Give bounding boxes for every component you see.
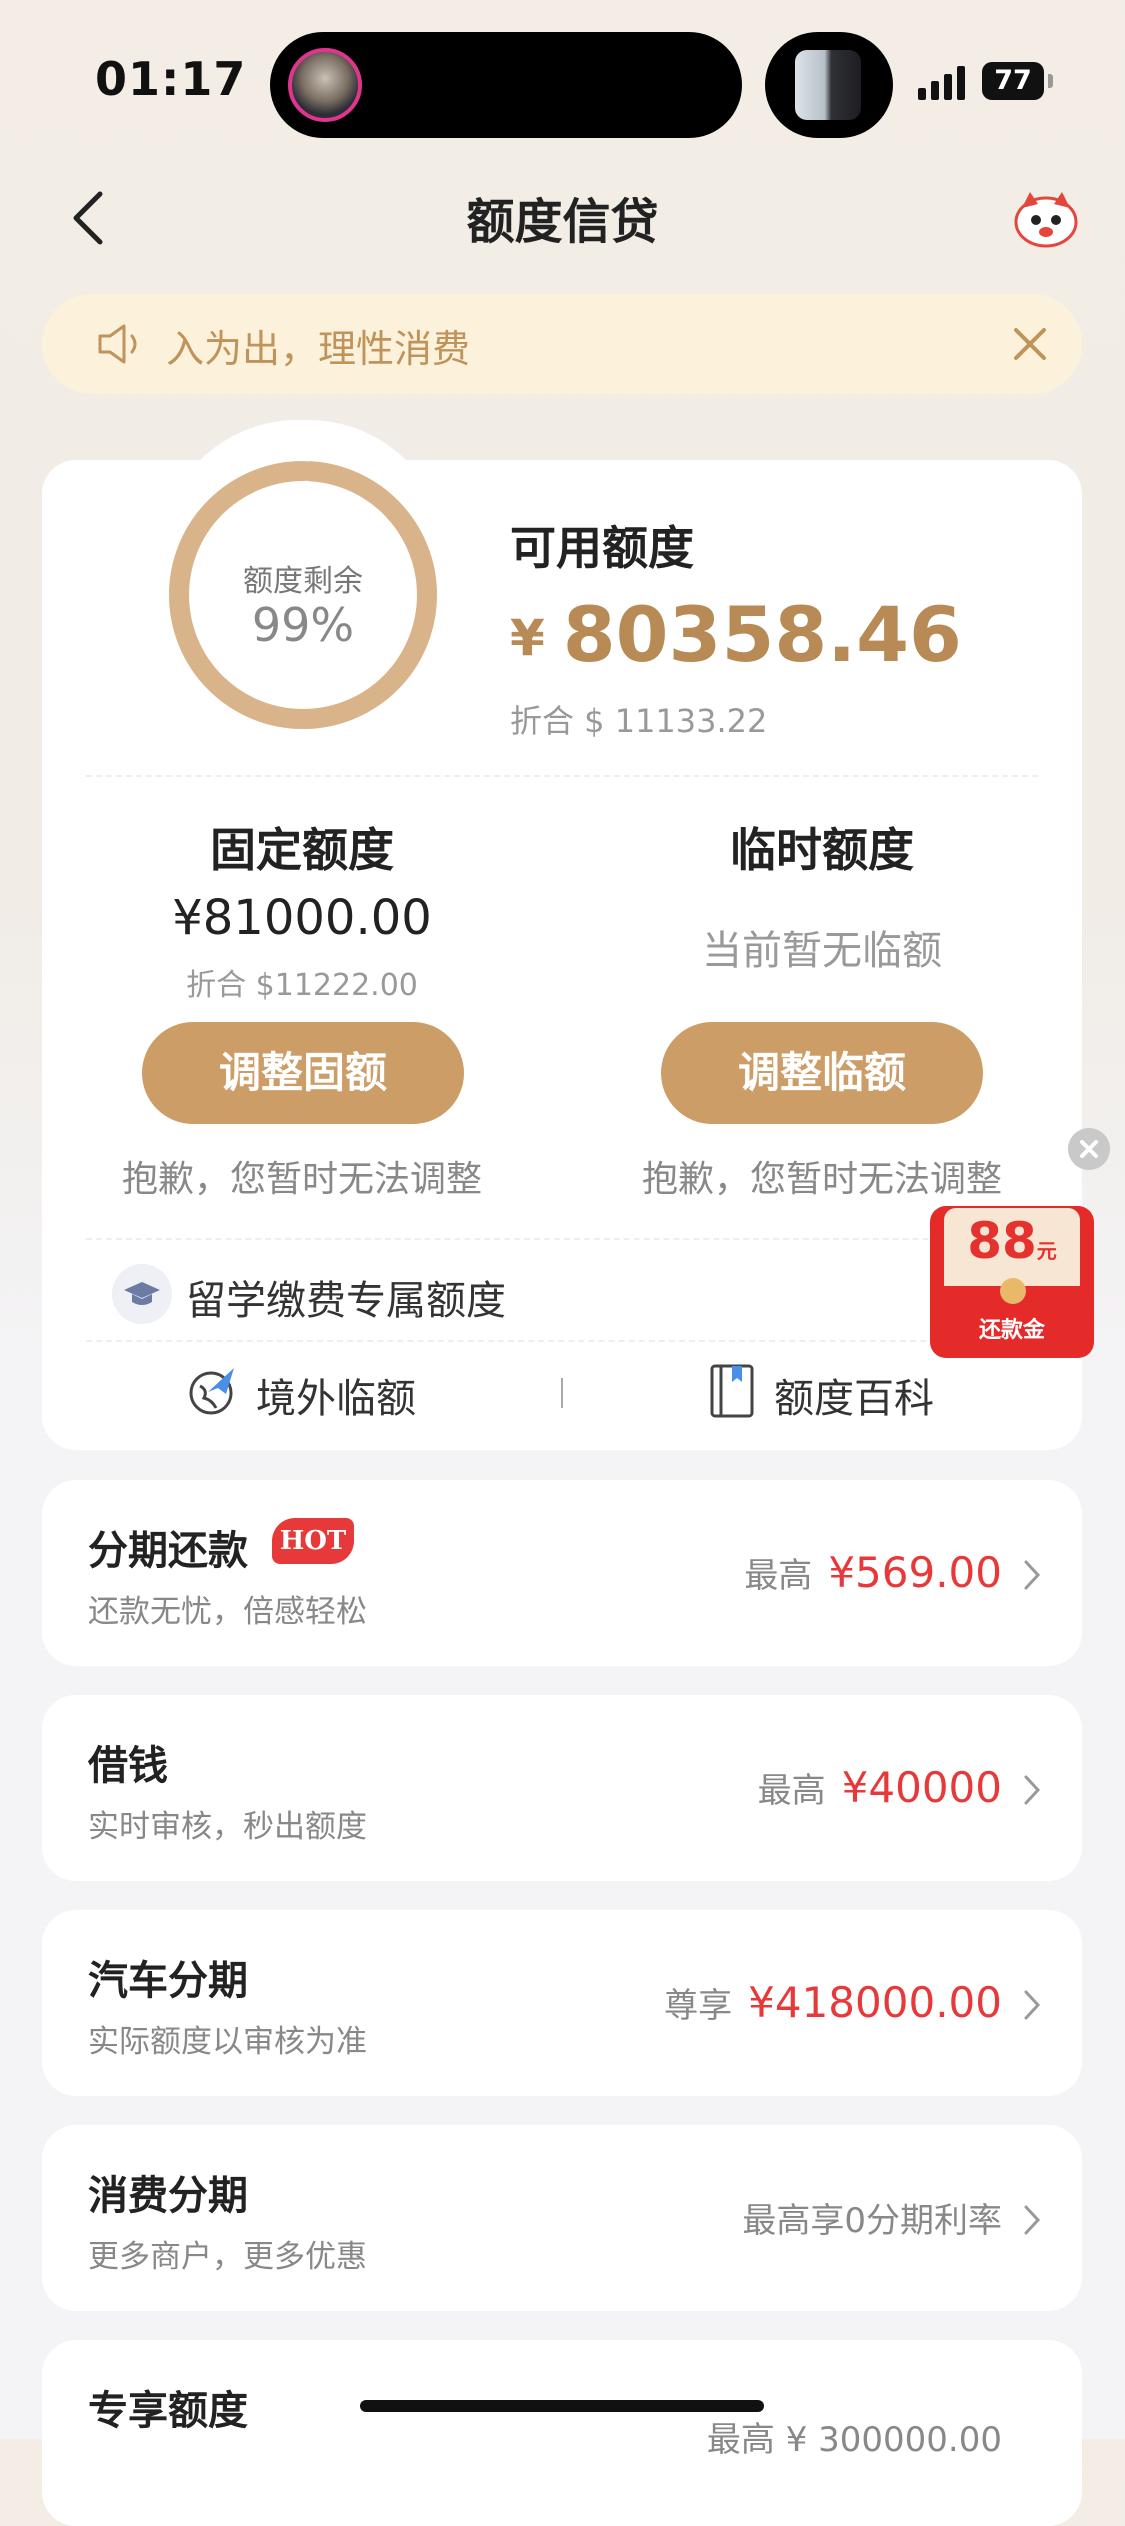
row-value: 最高 ¥ 300000.00 bbox=[707, 2412, 1002, 2461]
fixed-credit-title: 固定额度 bbox=[210, 823, 394, 877]
row-title: 消费分期 bbox=[88, 2173, 248, 2219]
close-icon[interactable] bbox=[1008, 322, 1052, 366]
graduation-cap-icon bbox=[112, 1264, 172, 1324]
chevron-right-icon bbox=[1024, 1990, 1041, 2020]
row-value-prefix: 尊享 bbox=[664, 1986, 733, 2026]
row-title: 汽车分期 bbox=[88, 1958, 248, 2004]
adjust-fixed-button[interactable]: 调整固额 bbox=[142, 1022, 464, 1124]
status-time: 01:17 bbox=[95, 52, 247, 106]
row-subtitle: 实际额度以审核为准 bbox=[88, 2024, 367, 2060]
row-subtitle: 还款无忧，倍感轻松 bbox=[88, 1594, 367, 1630]
live-activity-avatar bbox=[288, 48, 362, 122]
red-packet-label: 还款金 bbox=[978, 1318, 1045, 1343]
divider bbox=[86, 775, 1038, 777]
study-abroad-link[interactable]: 留学缴费专属额度 bbox=[186, 1268, 506, 1326]
available-credit-amount: ¥80358.46 bbox=[510, 590, 962, 679]
cellular-signal-icon bbox=[918, 66, 968, 100]
red-packet-amount: 88元 bbox=[944, 1212, 1080, 1270]
page-title: 额度信贷 bbox=[466, 194, 659, 250]
credit-wiki-link[interactable]: 额度百科 bbox=[774, 1366, 934, 1424]
divider bbox=[86, 1238, 1038, 1240]
battery-icon: 77 bbox=[982, 62, 1044, 100]
fixed-credit-amount: ¥81000.00 bbox=[172, 890, 432, 946]
available-credit-label: 可用额度 bbox=[510, 521, 694, 575]
adjust-temporary-button[interactable]: 调整临额 bbox=[661, 1022, 983, 1124]
row-subtitle: 更多商户，更多优惠 bbox=[88, 2239, 367, 2275]
row-value: 最高 ¥40000 bbox=[758, 1763, 1002, 1812]
temporary-credit-title: 临时额度 bbox=[730, 823, 914, 877]
row-value-prefix: 最高 bbox=[744, 1556, 813, 1596]
red-packet-unit: 元 bbox=[1036, 1239, 1057, 1263]
row-value: 最高享0分期利率 bbox=[742, 2193, 1002, 2242]
row-value-text: 最高 ¥ 300000.00 bbox=[706, 2420, 1002, 2460]
row-value: 最高 ¥569.00 bbox=[744, 1548, 1002, 1597]
vertical-separator bbox=[561, 1378, 563, 1408]
list-item-installment-repay[interactable]: 分期还款 HOT 还款无忧，倍感轻松 最高 ¥569.00 bbox=[42, 1480, 1082, 1666]
list-item-exclusive-credit[interactable]: 专享额度 最高 ¥ 300000.00 bbox=[42, 2340, 1082, 2526]
divider bbox=[86, 1340, 926, 1342]
row-value-amount: ¥569.00 bbox=[828, 1548, 1002, 1597]
list-item-car-installment[interactable]: 汽车分期 实际额度以审核为准 尊享 ¥418000.00 bbox=[42, 1910, 1082, 2096]
notice-text: 入为出，理性消费 bbox=[166, 327, 471, 371]
row-title: 借钱 bbox=[88, 1743, 168, 1789]
fixed-credit-usd: 折合 $11222.00 bbox=[186, 968, 418, 1003]
available-amount-value: 80358.46 bbox=[562, 590, 962, 679]
row-value-prefix: 最高 bbox=[757, 1771, 826, 1811]
overseas-temp-credit-link[interactable]: 境外临额 bbox=[256, 1366, 416, 1424]
coin-icon bbox=[1000, 1278, 1026, 1304]
chevron-right-icon bbox=[1024, 1560, 1041, 1590]
row-value-text: 最高享0分期利率 bbox=[742, 2201, 1002, 2241]
chevron-right-icon bbox=[1024, 1775, 1041, 1805]
book-icon bbox=[710, 1364, 754, 1418]
row-subtitle: 实时审核，秒出额度 bbox=[88, 1809, 367, 1845]
temporary-credit-status: 当前暂无临额 bbox=[702, 928, 942, 974]
currency-symbol: ¥ bbox=[510, 609, 545, 667]
speaker-icon bbox=[98, 324, 137, 364]
ring-label: 额度剩余 bbox=[243, 564, 363, 599]
hot-badge: HOT bbox=[272, 1518, 354, 1564]
row-value-amount: ¥40000 bbox=[841, 1763, 1002, 1812]
chevron-right-icon bbox=[1024, 2205, 1041, 2235]
row-value-amount: ¥418000.00 bbox=[748, 1978, 1002, 2027]
close-promo-icon[interactable] bbox=[1068, 1128, 1110, 1170]
row-value: 尊享 ¥418000.00 bbox=[664, 1978, 1002, 2027]
available-usd: 折合 $ 11133.22 bbox=[510, 702, 768, 740]
globe-plane-icon bbox=[189, 1368, 234, 1415]
mascot-icon[interactable] bbox=[1012, 188, 1080, 248]
row-title: 专享额度 bbox=[88, 2388, 248, 2434]
live-activity-thumbnail bbox=[795, 50, 861, 120]
red-packet-amount-value: 88 bbox=[967, 1212, 1037, 1270]
list-item-borrow[interactable]: 借钱 实时审核，秒出额度 最高 ¥40000 bbox=[42, 1695, 1082, 1881]
temporary-adjust-note: 抱歉，您暂时无法调整 bbox=[641, 1159, 1002, 1200]
list-item-consumer-installment[interactable]: 消费分期 更多商户，更多优惠 最高享0分期利率 bbox=[42, 2125, 1082, 2311]
battery-tip bbox=[1048, 74, 1053, 88]
ring-percent: 99% bbox=[251, 598, 355, 652]
row-title: 分期还款 bbox=[88, 1528, 248, 1574]
fixed-adjust-note: 抱歉，您暂时无法调整 bbox=[121, 1159, 482, 1200]
home-indicator bbox=[360, 2400, 764, 2412]
